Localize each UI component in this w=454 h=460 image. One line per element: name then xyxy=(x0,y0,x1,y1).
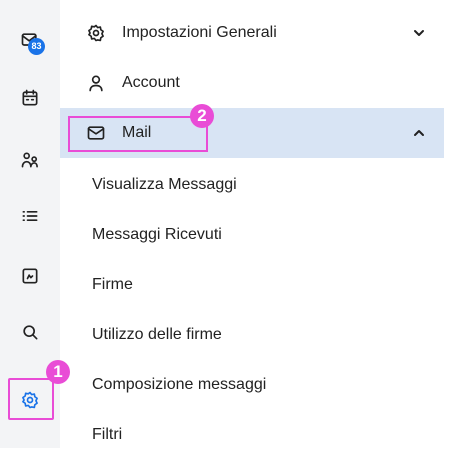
step-marker-2: 2 xyxy=(190,104,214,128)
submenu-item-label: Firme xyxy=(92,276,133,293)
submenu-item[interactable]: Filtri xyxy=(60,410,444,460)
submenu-item[interactable]: Visualizza Messaggi xyxy=(60,160,444,210)
chevron-up-icon[interactable] xyxy=(412,126,426,140)
mail-label: Mail xyxy=(122,124,152,141)
unread-count-badge: 83 xyxy=(28,38,45,55)
chevron-down-icon[interactable] xyxy=(412,26,426,40)
gear-icon xyxy=(86,23,106,43)
search-icon[interactable] xyxy=(18,320,42,344)
submenu-item[interactable]: Composizione messaggi xyxy=(60,360,444,410)
menu-item-account[interactable]: Account xyxy=(60,58,444,108)
gear-icon[interactable] xyxy=(18,388,42,412)
general-settings-label: Impostazioni Generali xyxy=(122,24,277,41)
submenu-item-label: Messaggi Ricevuti xyxy=(92,226,222,243)
submenu-item[interactable]: Utilizzo delle firme xyxy=(60,310,444,360)
contacts-icon[interactable] xyxy=(18,148,42,172)
mail-icon[interactable]: 83 xyxy=(18,28,45,55)
menu-item-mail[interactable]: Mail xyxy=(60,108,444,158)
submenu-item-label: Visualizza Messaggi xyxy=(92,176,237,193)
navigation-rail: 83 1 xyxy=(0,0,70,448)
envelope-icon xyxy=(86,123,106,143)
account-label: Account xyxy=(122,74,180,91)
submenu-item-label: Filtri xyxy=(92,426,123,443)
submenu-item[interactable]: Firme xyxy=(60,260,444,310)
menu-item-general-settings[interactable]: Impostazioni Generali xyxy=(60,8,444,58)
calendar-icon[interactable] xyxy=(18,86,42,110)
folder-icon[interactable] xyxy=(18,264,42,288)
user-icon xyxy=(86,73,106,93)
submenu-item[interactable]: Messaggi Ricevuti xyxy=(60,210,444,260)
submenu-item-label: Composizione messaggi xyxy=(92,376,267,393)
submenu-item-label: Utilizzo delle firme xyxy=(92,326,222,343)
settings-menu: Impostazioni Generali Account Mail 2 Vis… xyxy=(60,0,454,448)
list-icon[interactable] xyxy=(18,204,42,228)
